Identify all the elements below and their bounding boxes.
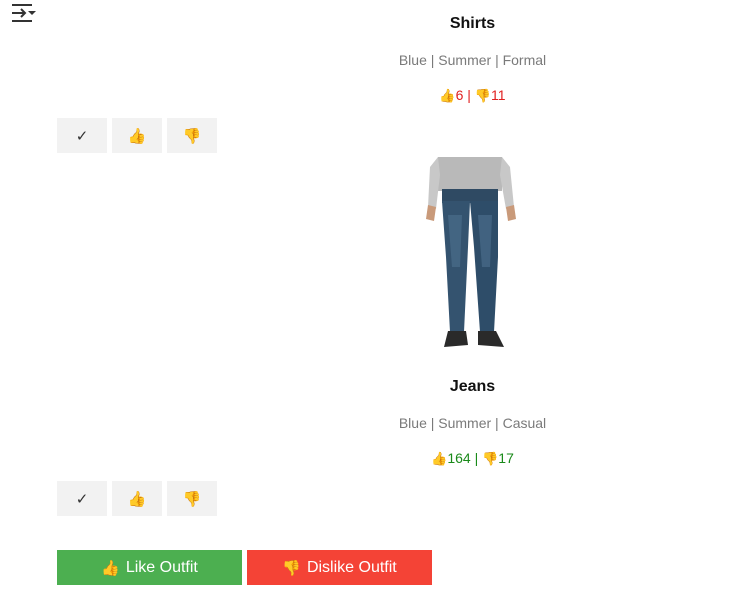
select-item-button[interactable]: ✓ bbox=[57, 481, 107, 516]
item-tags: Blue | Summer | Formal bbox=[398, 52, 547, 68]
jeans-product-image bbox=[426, 157, 516, 347]
item-vote-counts: 👍164 | 👎17 bbox=[0, 450, 730, 467]
vote-separator: | bbox=[474, 450, 479, 466]
thumbs-up-icon: 👍 bbox=[101, 558, 120, 577]
like-item-button[interactable]: 👍 bbox=[112, 481, 162, 516]
thumbs-up-icon: 👍 bbox=[431, 452, 448, 467]
item-title: Jeans bbox=[449, 378, 496, 395]
thumbs-down-icon: 👎 bbox=[182, 126, 202, 145]
dislike-outfit-label: Dislike Outfit bbox=[306, 558, 397, 576]
dislike-count: 11 bbox=[491, 87, 506, 103]
thumbs-up-icon: 👍 bbox=[127, 489, 147, 508]
like-item-button[interactable]: 👍 bbox=[112, 118, 162, 153]
item-title: Shirts bbox=[449, 15, 496, 32]
thumbs-up-icon: 👍 bbox=[439, 89, 456, 104]
check-icon: ✓ bbox=[75, 489, 89, 508]
like-outfit-button[interactable]: 👍 Like Outfit bbox=[57, 550, 242, 585]
item-action-buttons: ✓ 👍 👎 bbox=[57, 481, 217, 516]
thumbs-down-icon: 👎 bbox=[182, 489, 202, 508]
dislike-item-button[interactable]: 👎 bbox=[167, 481, 217, 516]
like-outfit-label: Like Outfit bbox=[125, 558, 198, 576]
item-tags: Blue | Summer | Casual bbox=[398, 415, 547, 431]
thumbs-up-icon: 👍 bbox=[127, 126, 147, 145]
dislike-item-button[interactable]: 👎 bbox=[167, 118, 217, 153]
item-action-buttons: ✓ 👍 👎 bbox=[57, 118, 217, 153]
vote-separator: | bbox=[467, 87, 471, 103]
dislike-count: 17 bbox=[498, 450, 514, 466]
check-icon: ✓ bbox=[75, 126, 89, 145]
select-item-button[interactable]: ✓ bbox=[57, 118, 107, 153]
thumbs-down-icon: 👎 bbox=[474, 89, 492, 104]
thumbs-down-icon: 👎 bbox=[282, 558, 301, 577]
dislike-outfit-button[interactable]: 👎 Dislike Outfit bbox=[247, 550, 432, 585]
like-count: 164 bbox=[447, 450, 471, 466]
like-count: 6 bbox=[455, 87, 464, 103]
item-vote-counts: 👍6 | 👎11 bbox=[0, 87, 730, 104]
thumbs-down-icon: 👎 bbox=[482, 452, 499, 467]
